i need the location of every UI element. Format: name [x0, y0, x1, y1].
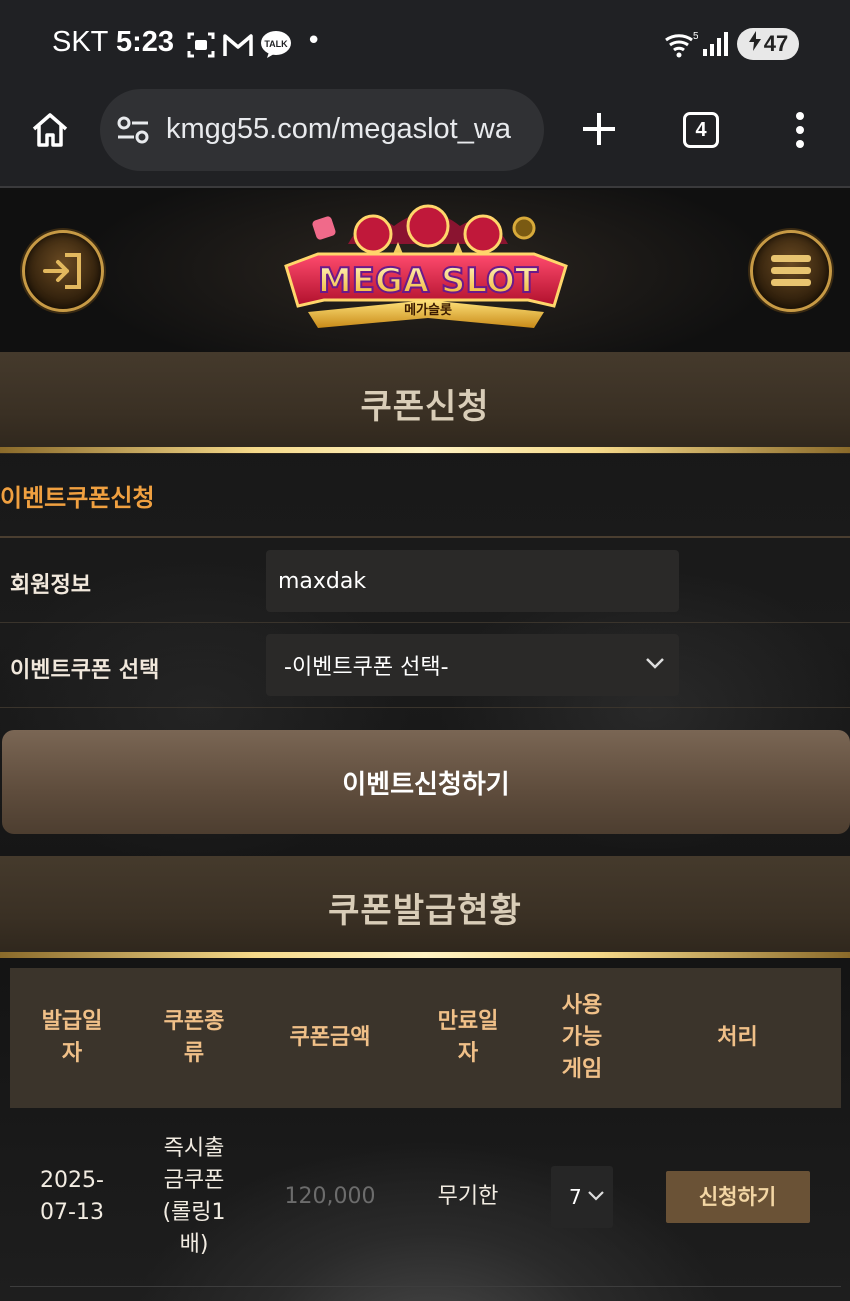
svg-text:MEGA SLOT: MEGA SLOT	[318, 261, 539, 301]
coupon-apply-title: 쿠폰신청	[0, 352, 850, 454]
battery-indicator: 47	[737, 28, 799, 60]
hamburger-icon	[771, 255, 811, 286]
address-bar[interactable]: kmgg55.com/megaslot_wa	[100, 89, 544, 171]
kakaotalk-icon: TALK	[260, 30, 292, 64]
coupon-select-value: -이벤트쿠폰 선택-	[284, 655, 449, 680]
home-icon[interactable]	[30, 110, 70, 154]
status-bar: SKT 5:23 TALK • 5 47	[0, 0, 850, 88]
chevron-down-icon	[588, 1190, 604, 1201]
coupon-status-table: 발급일 자 쿠폰종 류 쿠폰금액 만료일 자 사용 가능 게임 처리 2025-…	[10, 968, 841, 1287]
row-divider	[0, 622, 850, 623]
screenshot-icon	[186, 30, 216, 64]
browser-toolbar: kmgg55.com/megaslot_wa 4	[0, 88, 850, 188]
event-apply-button[interactable]: 이벤트신청하기	[2, 730, 850, 834]
carrier-label: SKT	[52, 26, 109, 58]
row-divider	[0, 707, 850, 708]
coupon-type-cell: 즉시출 금쿠폰 (롤링1 배)	[134, 1108, 254, 1287]
url-text[interactable]: kmgg55.com/megaslot_wa	[166, 113, 536, 146]
svg-text:5: 5	[693, 31, 698, 42]
issue-date-cell: 2025- 07-13	[10, 1108, 134, 1287]
gmail-icon	[222, 30, 254, 64]
coupon-select-label: 이벤트쿠폰 선택	[10, 658, 160, 683]
menu-button[interactable]	[750, 230, 832, 312]
table-header-row: 발급일 자 쿠폰종 류 쿠폰금액 만료일 자 사용 가능 게임 처리	[10, 968, 841, 1108]
coupon-apply-button[interactable]: 신청하기	[665, 1170, 810, 1223]
coupon-status-title: 쿠폰발급현황	[0, 856, 850, 958]
tab-switcher-button[interactable]: 4	[683, 112, 719, 148]
table-row: 2025- 07-13 즉시출 금쿠폰 (롤링1 배) 120,000 무기한 …	[10, 1108, 841, 1287]
clock: 5:23	[116, 26, 175, 58]
member-info-field[interactable]: maxdak	[266, 550, 679, 612]
event-coupon-subtitle: 이벤트쿠폰신청	[0, 484, 155, 512]
chevron-down-icon	[646, 658, 664, 669]
coupon-amount-cell: 120,000	[254, 1108, 406, 1287]
header-expiry-date: 만료일 자	[406, 968, 530, 1108]
site-header: MEGA SLOT 메가슬롯	[0, 190, 850, 352]
login-icon	[43, 253, 81, 289]
login-button[interactable]	[22, 230, 104, 312]
more-menu-icon[interactable]	[790, 110, 810, 154]
subtitle-divider	[0, 536, 850, 538]
action-cell: 신청하기	[634, 1108, 841, 1287]
header-coupon-amount: 쿠폰금액	[254, 968, 406, 1108]
expiry-cell: 무기한	[406, 1108, 530, 1287]
gold-divider	[0, 447, 850, 453]
svg-text:TALK: TALK	[264, 39, 288, 49]
signal-icon	[702, 32, 728, 60]
game-select-dropdown[interactable]: 7	[551, 1165, 613, 1228]
notification-dot: •	[306, 26, 322, 56]
new-tab-icon[interactable]	[580, 110, 618, 152]
game-select-cell: 7	[530, 1108, 634, 1287]
header-available-games: 사용 가능 게임	[530, 968, 634, 1108]
svg-text:메가슬롯: 메가슬롯	[404, 303, 452, 318]
charging-icon	[748, 31, 762, 57]
header-action: 처리	[634, 968, 841, 1108]
wifi-icon: 5	[664, 30, 699, 62]
site-settings-icon[interactable]	[116, 115, 150, 149]
header-coupon-type: 쿠폰종 류	[134, 968, 254, 1108]
mega-slot-logo: MEGA SLOT 메가슬롯	[284, 204, 568, 328]
web-page: MEGA SLOT 메가슬롯 쿠폰신청 이벤트쿠폰신청 회원정보 maxdak …	[0, 190, 850, 1301]
game-select-value: 7	[569, 1184, 582, 1209]
gold-divider	[0, 952, 850, 958]
coupon-select-dropdown[interactable]: -이벤트쿠폰 선택-	[266, 634, 679, 696]
member-info-label: 회원정보	[10, 573, 91, 598]
battery-level: 47	[763, 31, 789, 56]
header-issue-date: 발급일 자	[10, 968, 134, 1108]
